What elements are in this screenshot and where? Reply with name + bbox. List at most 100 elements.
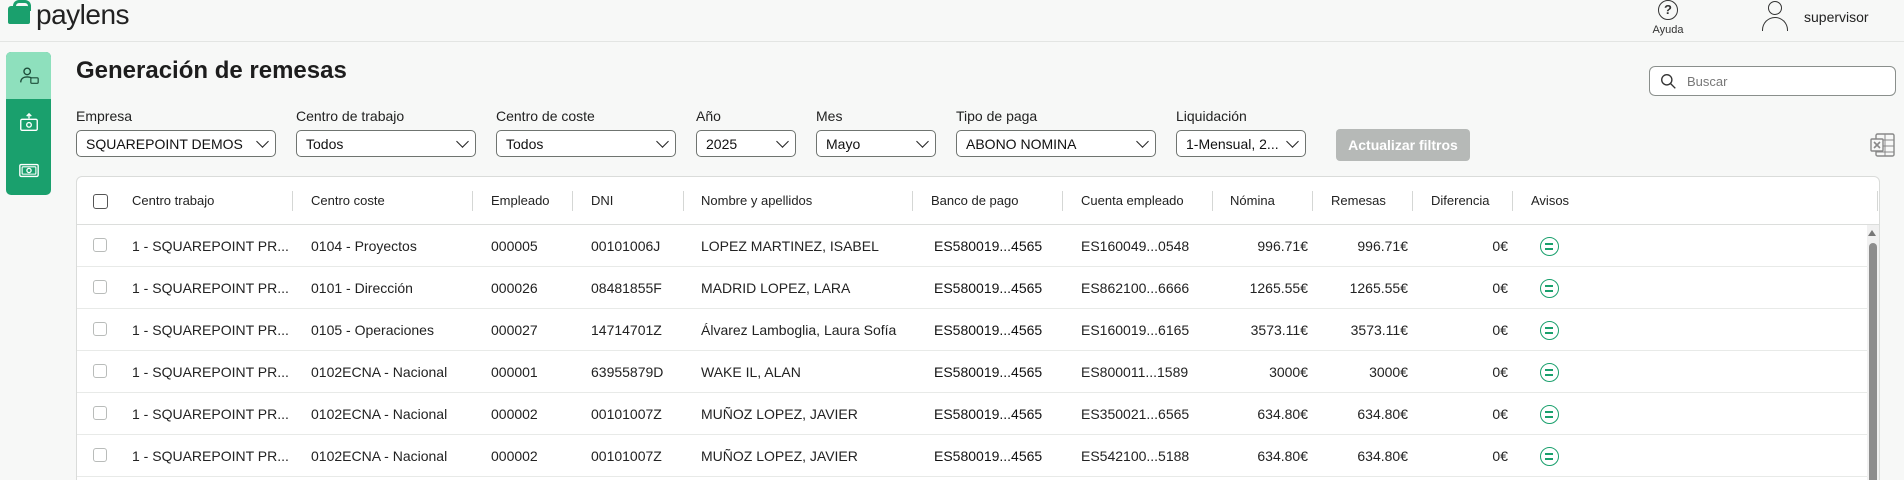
- table-row[interactable]: 1 - SQUAREPOINT PR... 0102ECNA - Naciona…: [77, 351, 1879, 393]
- cell-centro-coste: 0104 - Proyectos: [311, 238, 417, 254]
- column-header[interactable]: Centro coste: [311, 177, 385, 225]
- equals-circle-icon[interactable]: [1540, 447, 1559, 466]
- table-row[interactable]: 1 - SQUAREPOINT PR... 0102ECNA - Naciona…: [77, 393, 1879, 435]
- table-row[interactable]: 1 - SQUAREPOINT PR... 0102ECNA - Naciona…: [77, 435, 1879, 477]
- table-row[interactable]: 1 - SQUAREPOINT PR... 0104 - Proyectos 0…: [77, 225, 1879, 267]
- remittance-table: Centro trabajo Centro coste Empleado DNI…: [76, 176, 1880, 480]
- equals-circle-icon[interactable]: [1540, 405, 1559, 424]
- column-header[interactable]: Avisos: [1531, 177, 1569, 225]
- chevron-down-icon: [776, 134, 789, 148]
- chevron-down-icon: [1136, 134, 1149, 148]
- centro-coste-value: Todos: [506, 135, 544, 152]
- row-checkbox[interactable]: [93, 448, 107, 462]
- cell-dni: 63955879D: [591, 364, 664, 380]
- filter-anio-label: Año: [696, 108, 721, 124]
- cell-centro-trabajo: 1 - SQUAREPOINT PR...: [132, 448, 289, 464]
- cell-nomina: 634.80€: [1257, 406, 1308, 422]
- table-body: 1 - SQUAREPOINT PR... 0104 - Proyectos 0…: [77, 225, 1879, 477]
- cell-nombre: MADRID LOPEZ, LARA: [701, 280, 851, 296]
- equals-circle-icon[interactable]: [1540, 363, 1559, 382]
- equals-circle-icon[interactable]: [1540, 279, 1559, 298]
- cell-nomina: 634.80€: [1257, 448, 1308, 464]
- cell-cuenta: ES160049...0548: [1081, 238, 1190, 254]
- cell-banco: ES580019...4565: [934, 238, 1043, 254]
- cell-centro-coste: 0102ECNA - Nacional: [311, 406, 448, 422]
- cell-nomina: 1265.55€: [1249, 280, 1308, 296]
- briefcase-icon: [8, 0, 31, 24]
- cell-diferencia: 0€: [1492, 322, 1508, 338]
- row-checkbox[interactable]: [93, 280, 107, 294]
- cell-diferencia: 0€: [1492, 364, 1508, 380]
- sidebar-item-employees[interactable]: [6, 52, 51, 99]
- table-row[interactable]: 1 - SQUAREPOINT PR... 0105 - Operaciones…: [77, 309, 1879, 351]
- cell-nombre: MUÑOZ LOPEZ, JAVIER: [701, 448, 858, 464]
- chevron-down-icon: [916, 134, 929, 148]
- mes-value: Mayo: [826, 135, 861, 152]
- select-all-checkbox[interactable]: [93, 194, 108, 209]
- money-upload-icon: [19, 112, 38, 131]
- column-header[interactable]: Banco de pago: [931, 177, 1018, 225]
- column-header[interactable]: Centro trabajo: [132, 177, 214, 225]
- filter-centro-coste: Centro de coste Todos: [496, 108, 676, 157]
- app-logo[interactable]: paylens: [8, 0, 130, 30]
- cell-cuenta: ES862100...6666: [1081, 280, 1190, 296]
- filter-tipo-paga-label: Tipo de paga: [956, 108, 1038, 124]
- row-checkbox[interactable]: [93, 364, 107, 378]
- column-header[interactable]: Cuenta empleado: [1081, 177, 1184, 225]
- cell-cuenta: ES800011...1589: [1081, 364, 1189, 380]
- cell-empleado: 000002: [491, 448, 538, 464]
- cell-nombre: WAKE IL, ALAN: [701, 364, 801, 380]
- cell-remesas: 3573.11€: [1350, 322, 1408, 338]
- search-input[interactable]: [1687, 73, 1877, 89]
- cell-remesas: 634.80€: [1357, 406, 1408, 422]
- row-checkbox[interactable]: [93, 406, 107, 420]
- liquidacion-select[interactable]: 1-Mensual, 2...: [1176, 130, 1306, 157]
- equals-circle-icon[interactable]: [1540, 321, 1559, 340]
- sidebar-item-remittances[interactable]: [6, 99, 51, 146]
- tipo-paga-select[interactable]: ABONO NOMINA: [956, 130, 1156, 157]
- cell-dni: 08481855F: [591, 280, 662, 296]
- help-button[interactable]: ? Ayuda: [1648, 0, 1688, 36]
- user-menu[interactable]: supervisor: [1760, 0, 1869, 34]
- cell-nomina: 3000€: [1269, 364, 1308, 380]
- anio-select[interactable]: 2025: [696, 130, 796, 157]
- filter-liquidacion: Liquidación 1-Mensual, 2...: [1176, 108, 1306, 157]
- sidebar-item-payments[interactable]: [6, 146, 51, 193]
- centro-coste-select[interactable]: Todos: [496, 130, 676, 157]
- cell-centro-coste: 0105 - Operaciones: [311, 322, 434, 338]
- column-header[interactable]: Diferencia: [1431, 177, 1490, 225]
- column-header[interactable]: Nómina: [1230, 177, 1275, 225]
- column-header[interactable]: Remesas: [1331, 177, 1386, 225]
- cell-nombre: LOPEZ MARTINEZ, ISABEL: [701, 238, 879, 254]
- mes-select[interactable]: Mayo: [816, 130, 936, 157]
- cell-dni: 14714701Z: [591, 322, 662, 338]
- cell-banco: ES580019...4565: [934, 406, 1043, 422]
- empresa-select[interactable]: SQUAREPOINT DEMOS: [76, 130, 276, 157]
- cell-centro-coste: 0101 - Dirección: [311, 280, 413, 296]
- scrollbar-thumb[interactable]: [1869, 243, 1877, 480]
- cell-nombre: MUÑOZ LOPEZ, JAVIER: [701, 406, 858, 422]
- search-box[interactable]: [1649, 66, 1896, 96]
- cell-centro-trabajo: 1 - SQUAREPOINT PR...: [132, 280, 289, 296]
- cell-centro-trabajo: 1 - SQUAREPOINT PR...: [132, 406, 289, 422]
- empresa-value: SQUAREPOINT DEMOS: [86, 135, 243, 152]
- anio-value: 2025: [706, 135, 738, 152]
- cell-nombre: Álvarez Lamboglia, Laura Sofía: [701, 322, 897, 338]
- row-checkbox[interactable]: [93, 322, 107, 336]
- column-header[interactable]: DNI: [591, 177, 613, 225]
- update-filters-button[interactable]: Actualizar filtros: [1336, 129, 1470, 161]
- table-row[interactable]: 1 - SQUAREPOINT PR... 0101 - Dirección 0…: [77, 267, 1879, 309]
- row-checkbox[interactable]: [93, 238, 107, 252]
- column-header[interactable]: Empleado: [491, 177, 550, 225]
- cell-empleado: 000005: [491, 238, 538, 254]
- column-header[interactable]: Nombre y apellidos: [701, 177, 812, 225]
- chevron-down-icon: [256, 134, 269, 148]
- excel-icon[interactable]: [1870, 132, 1896, 158]
- centro-trabajo-select[interactable]: Todos: [296, 130, 476, 157]
- page-title: Generación de remesas: [76, 57, 347, 84]
- cell-cuenta: ES160019...6165: [1081, 322, 1190, 338]
- scroll-up-arrow-icon[interactable]: [1868, 230, 1876, 236]
- equals-circle-icon[interactable]: [1540, 237, 1559, 256]
- cell-dni: 00101006J: [591, 238, 661, 254]
- filter-liquidacion-label: Liquidación: [1176, 108, 1247, 124]
